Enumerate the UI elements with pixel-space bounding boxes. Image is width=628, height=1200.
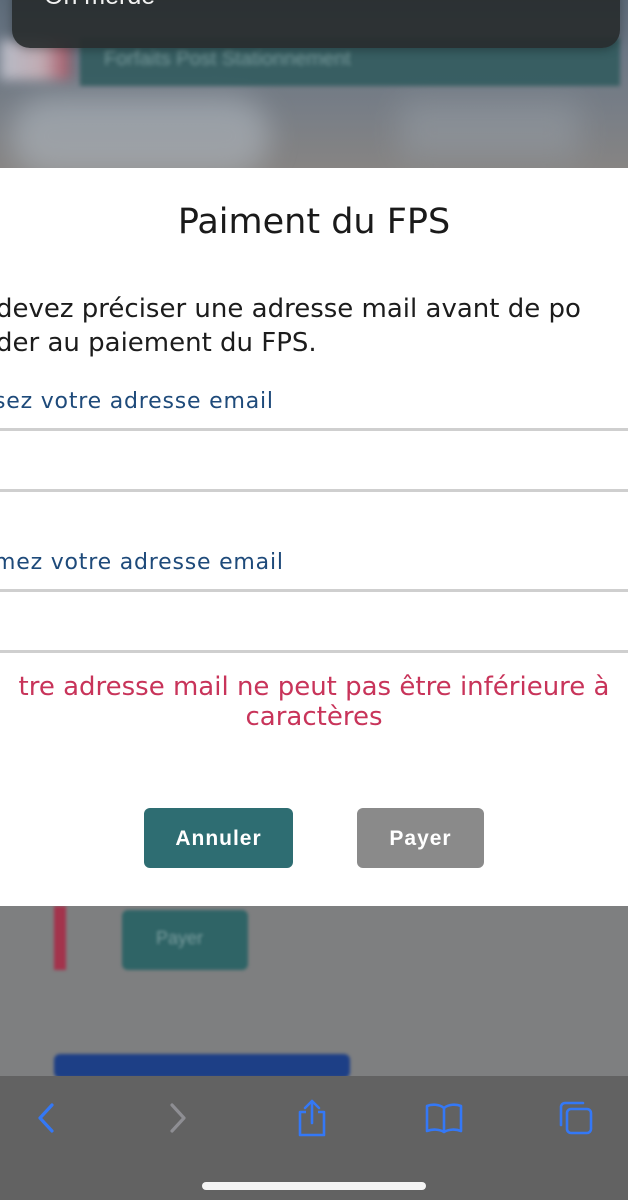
home-indicator[interactable] <box>202 1182 426 1190</box>
payment-modal: Paiment du FPS devez préciser une adress… <box>0 168 628 906</box>
cancel-button[interactable]: Annuler <box>144 808 293 868</box>
bookmarks-icon[interactable] <box>422 1096 466 1140</box>
modal-message-line: devez préciser une adresse mail avant de… <box>0 294 581 324</box>
blurred-blue-button <box>54 1054 350 1076</box>
pay-button[interactable]: Payer <box>357 808 484 868</box>
share-icon[interactable] <box>290 1096 334 1140</box>
email-field[interactable] <box>0 431 628 489</box>
modal-title: Paiment du FPS <box>177 202 451 242</box>
blurred-image <box>10 96 270 168</box>
confirm-email-field-container[interactable] <box>0 589 628 653</box>
blurred-accent-bar <box>54 906 66 970</box>
modal-message: devez préciser une adresse mail avant de… <box>0 292 628 360</box>
blurred-pay-button-label: Payer <box>156 928 204 948</box>
email-field-container[interactable] <box>0 428 628 492</box>
forward-icon[interactable] <box>156 1096 200 1140</box>
confirm-email-field[interactable] <box>0 592 628 650</box>
error-message: tre adresse mail ne peut pas être inféri… <box>0 672 628 732</box>
modal-message-line: der au paiement du FPS. <box>0 328 317 358</box>
error-message-line: caractères <box>245 702 383 732</box>
blurred-image <box>400 100 580 160</box>
background-page-bottom: Payer <box>0 906 628 1076</box>
tabs-icon[interactable] <box>554 1096 598 1140</box>
error-message-line: tre adresse mail ne peut pas être inféri… <box>18 672 610 702</box>
blurred-banner-text: Forfaits Post Stationnement <box>104 48 351 70</box>
notification-text: Oh merde <box>44 0 155 12</box>
confirm-email-label: mez votre adresse email <box>0 550 284 575</box>
back-icon[interactable] <box>24 1096 68 1140</box>
email-label: sez votre adresse email <box>0 389 274 414</box>
notification-toast[interactable]: Oh merde <box>12 0 620 48</box>
